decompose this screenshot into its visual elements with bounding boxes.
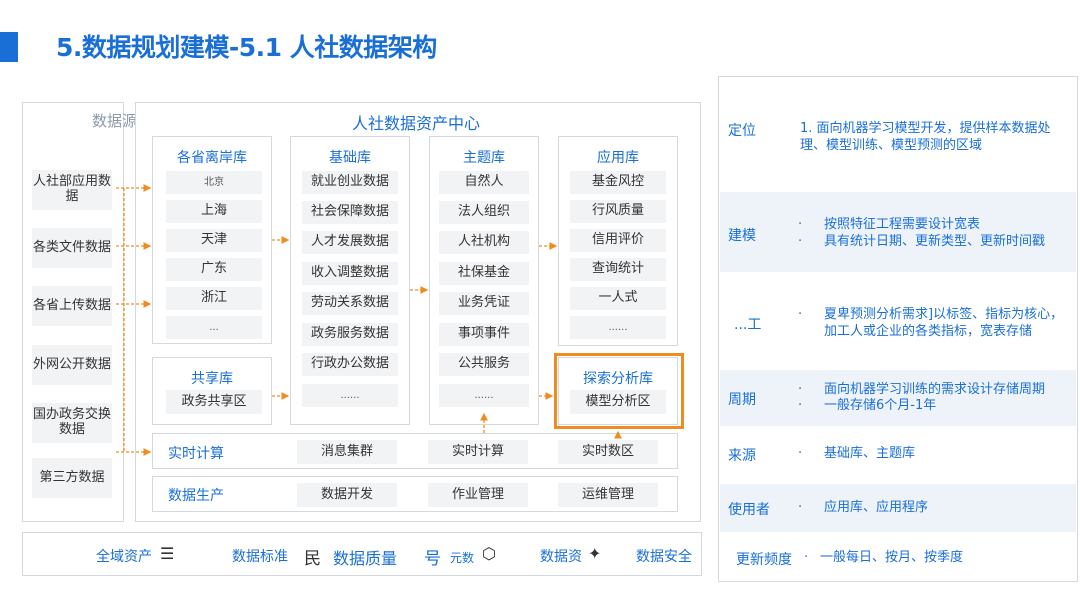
footer-item[interactable]: 数据标准 xyxy=(232,546,288,566)
detail-row-modeling: 建模 · 按照特征工程需要设计宽表 · 具有统计日期、更新类型、更新时间戳 xyxy=(720,192,1076,272)
detail-label: 更新频度 xyxy=(736,552,792,568)
footer-item[interactable]: 数据安全 xyxy=(636,546,692,566)
detail-text: 夏卑预测分析需求]以标签、指标为核心， xyxy=(824,307,1064,322)
bullet-dot: · xyxy=(798,217,803,232)
detail-row-position: 定位 1. 面向机器学习模型开发，提供样本数据处 理、模型训练、模型预测的区域 xyxy=(720,78,1076,188)
bullet-dot: · xyxy=(804,550,809,565)
bullet-dot: · xyxy=(798,398,803,413)
bullet-dot: · xyxy=(798,234,803,249)
detail-row-users: 使用者 · 应用库、应用程序 xyxy=(720,484,1076,532)
detail-row-processing: ...工 · 夏卑预测分析需求]以标签、指标为核心， 加工人或企业的各类指标，宽… xyxy=(720,276,1076,366)
detail-row-frequency: 更新频度 · 一般每日、按月、按季度 xyxy=(720,536,1076,580)
footer-item[interactable]: 全域资产 xyxy=(96,546,152,566)
footer-item: 号 xyxy=(424,549,441,569)
footer-item[interactable]: 数据资 xyxy=(540,546,582,566)
detail-text: 应用库、应用程序 xyxy=(824,500,929,515)
detail-label: 周期 xyxy=(728,392,756,408)
bullet-dot: · xyxy=(798,382,803,397)
detail-text: 加工人或企业的各类指标，宽表存储 xyxy=(824,324,1033,339)
detail-label: 使用者 xyxy=(728,502,770,518)
detail-row-source: 来源 · 基础库、主题库 xyxy=(720,430,1076,480)
footer-item[interactable]: 数据质量 xyxy=(333,545,397,569)
footer-item[interactable]: 元数 xyxy=(450,549,474,566)
detail-text: 一般存储6个月-1年 xyxy=(824,398,937,413)
detail-label: 定位 xyxy=(728,123,756,139)
detail-text: 理、模型训练、模型预测的区域 xyxy=(800,138,983,153)
network-icon: ✦ xyxy=(588,544,602,563)
detail-text: 按照特征工程需要设计宽表 xyxy=(824,217,981,232)
detail-text: 具有统计日期、更新类型、更新时间戳 xyxy=(824,234,1046,249)
detail-text: 基础库、主题库 xyxy=(824,446,916,461)
footer-item: 民 xyxy=(304,549,321,569)
detail-text: 面向机器学习训练的需求设计存储周期 xyxy=(824,382,1046,397)
bullet-dot: · xyxy=(798,500,803,515)
bullet-dot: · xyxy=(798,307,803,322)
stack-icon: ☰ xyxy=(160,544,175,563)
detail-row-cycle: 周期 · 面向机器学习训练的需求设计存储周期 · 一般存储6个月-1年 xyxy=(720,370,1076,426)
detail-label: 建模 xyxy=(728,228,756,244)
detail-text: 1. 面向机器学习模型开发，提供样本数据处 xyxy=(800,121,1051,136)
detail-label: ...工 xyxy=(734,317,762,333)
bullet-dot: · xyxy=(798,446,803,461)
detail-text: 一般每日、按月、按季度 xyxy=(820,550,964,565)
cube-icon: ⬡ xyxy=(482,544,496,563)
detail-label: 来源 xyxy=(728,448,756,464)
